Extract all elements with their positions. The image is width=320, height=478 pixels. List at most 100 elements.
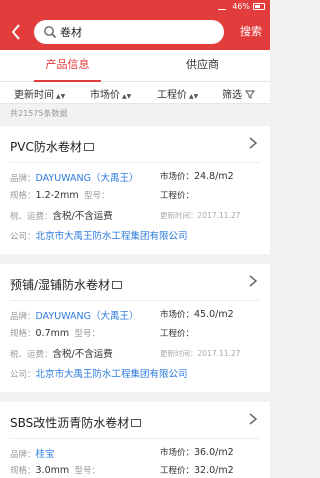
market-price-row: 市场价：45.0/m2 — [160, 308, 234, 320]
filter-screen-button[interactable]: 筛选 — [222, 86, 256, 101]
tab-product-info[interactable]: 产品信息 — [0, 50, 135, 82]
filter-funnel-icon — [245, 90, 256, 99]
updated-value: 2017.11.27 — [197, 349, 241, 358]
tax-value: 含税/不含运费 — [52, 349, 113, 360]
brand-label: 品牌： — [10, 450, 36, 460]
product-title-text: 预铺/湿铺防水卷材 — [10, 278, 111, 292]
market-price-value: 45.0/m2 — [194, 309, 234, 320]
divider — [10, 162, 260, 163]
chevron-right-icon — [249, 413, 258, 425]
back-arrow-icon — [11, 24, 20, 40]
spec-label: 规格： — [10, 191, 36, 201]
search-icon — [44, 26, 57, 39]
company-value[interactable]: 北京市大禹王防水工程集团有限公司 — [36, 369, 188, 380]
filter-label: 筛选 — [222, 90, 242, 101]
sort-arrows-icon: ▲▼ — [189, 93, 199, 100]
product-card[interactable]: SBS改性沥青防水卷材 品牌：桂宝 市场价：36.0/m2 规格：3.0mm 型… — [0, 402, 270, 478]
engineering-price-value: 32.0/m2 — [194, 465, 234, 476]
search-box[interactable] — [34, 20, 224, 44]
spec-value: 3.0mm — [35, 465, 70, 476]
filter-bar: 更新时间 ▲▼ 市场价 ▲▼ 工程价 ▲▼ 筛选 — [0, 82, 270, 104]
signal-icon — [218, 4, 226, 10]
spec-row: 规格：3.0mm 型号： — [10, 464, 100, 476]
chevron-right-icon — [249, 275, 258, 287]
company-label: 公司： — [10, 232, 36, 242]
updated-label: 更新时间： — [160, 211, 198, 220]
engineering-price-row: 工程价： — [160, 327, 194, 339]
updated-value: 2017.11.27 — [197, 211, 241, 220]
spec-label: 规格： — [10, 329, 36, 339]
product-title: PVC防水卷材 — [10, 138, 94, 155]
model-label: 型号： — [74, 329, 101, 339]
spec-label: 规格： — [10, 466, 36, 476]
spec-value: 1.2-2mm — [35, 190, 79, 201]
company-row: 公司：北京市大禹王防水工程集团有限公司 — [10, 228, 188, 242]
product-title: 预铺/湿铺防水卷材 — [10, 276, 123, 293]
company-row: 公司：北京市大禹王防水工程集团有限公司 — [10, 366, 188, 380]
engineering-price-row: 工程价： — [160, 189, 194, 201]
tax-value: 含税/不含运费 — [52, 211, 113, 222]
status-bar: 46% — [0, 0, 270, 14]
image-icon — [83, 143, 94, 151]
engineering-price-label: 工程价： — [160, 329, 195, 339]
sort-arrows-icon: ▲▼ — [122, 93, 132, 100]
filter-label: 更新时间 — [14, 90, 54, 101]
brand-value[interactable]: DAYUWANG（大禹王） — [36, 173, 139, 184]
tax-row: 税、运费：含税/不含运费 — [10, 346, 113, 360]
market-price-row: 市场价：36.0/m2 — [160, 446, 234, 458]
divider — [10, 300, 260, 301]
tab-label: 产品信息 — [45, 58, 90, 71]
filter-label: 市场价 — [90, 90, 120, 101]
product-card[interactable]: 预铺/湿铺防水卷材 品牌：DAYUWANG（大禹王） 市场价：45.0/m2 规… — [0, 264, 270, 392]
tab-bar: 产品信息 供应商 — [0, 50, 270, 82]
product-title-text: SBS改性沥青防水卷材 — [10, 416, 130, 430]
engineering-price-row: 工程价：32.0/m2 — [160, 464, 234, 476]
battery-icon — [253, 3, 265, 10]
chevron-right-icon — [249, 137, 258, 149]
brand-value[interactable]: 桂宝 — [36, 449, 55, 460]
search-input[interactable] — [60, 23, 216, 41]
company-label: 公司： — [10, 370, 36, 380]
filter-update-time[interactable]: 更新时间 ▲▼ — [14, 86, 65, 101]
battery-level: 46% — [232, 2, 250, 11]
market-price-label: 市场价： — [160, 448, 195, 458]
spec-row: 规格：1.2-2mm 型号： — [10, 189, 110, 201]
model-label: 型号： — [84, 191, 110, 201]
tax-row: 税、运费：含税/不含运费 — [10, 208, 113, 222]
brand-label: 品牌： — [10, 312, 36, 322]
product-card[interactable]: PVC防水卷材 品牌：DAYUWANG（大禹王） 市场价：24.8/m2 规格：… — [0, 126, 270, 254]
market-price-value: 36.0/m2 — [194, 447, 234, 458]
tax-label: 税、运费： — [10, 212, 53, 222]
model-label: 型号： — [74, 466, 101, 476]
brand-row: 品牌：DAYUWANG（大禹王） — [10, 170, 139, 184]
company-value[interactable]: 北京市大禹王防水工程集团有限公司 — [36, 231, 188, 242]
image-icon — [131, 419, 142, 427]
search-button[interactable]: 搜索 — [240, 23, 262, 39]
product-title: SBS改性沥青防水卷材 — [10, 414, 142, 431]
filter-market-price[interactable]: 市场价 ▲▼ — [90, 86, 131, 101]
brand-row: 品牌：桂宝 — [10, 446, 55, 460]
tax-label: 税、运费： — [10, 350, 53, 360]
tab-label: 供应商 — [186, 58, 219, 71]
spec-value: 0.7mm — [35, 328, 70, 339]
updated-label: 更新时间： — [160, 349, 198, 358]
engineering-price-label: 工程价： — [160, 191, 195, 201]
engineering-price-label: 工程价： — [160, 466, 195, 476]
market-price-label: 市场价： — [160, 310, 195, 320]
product-title-text: PVC防水卷材 — [10, 140, 82, 154]
brand-label: 品牌： — [10, 174, 36, 184]
spec-row: 规格：0.7mm 型号： — [10, 327, 100, 339]
sort-arrows-icon: ▲▼ — [56, 93, 66, 100]
filter-engineering-price[interactable]: 工程价 ▲▼ — [157, 86, 198, 101]
market-price-value: 24.8/m2 — [194, 171, 234, 182]
updated-row: 更新时间：2017.11.27 — [160, 210, 240, 221]
tab-suppliers[interactable]: 供应商 — [135, 50, 270, 82]
back-button[interactable] — [6, 22, 26, 42]
result-count: 共21575条数据 — [10, 109, 68, 118]
market-price-label: 市场价： — [160, 172, 195, 182]
market-price-row: 市场价：24.8/m2 — [160, 170, 234, 182]
divider — [10, 438, 260, 439]
top-bar: 搜索 — [0, 14, 270, 50]
updated-row: 更新时间：2017.11.27 — [160, 348, 240, 359]
brand-value[interactable]: DAYUWANG（大禹王） — [36, 311, 139, 322]
